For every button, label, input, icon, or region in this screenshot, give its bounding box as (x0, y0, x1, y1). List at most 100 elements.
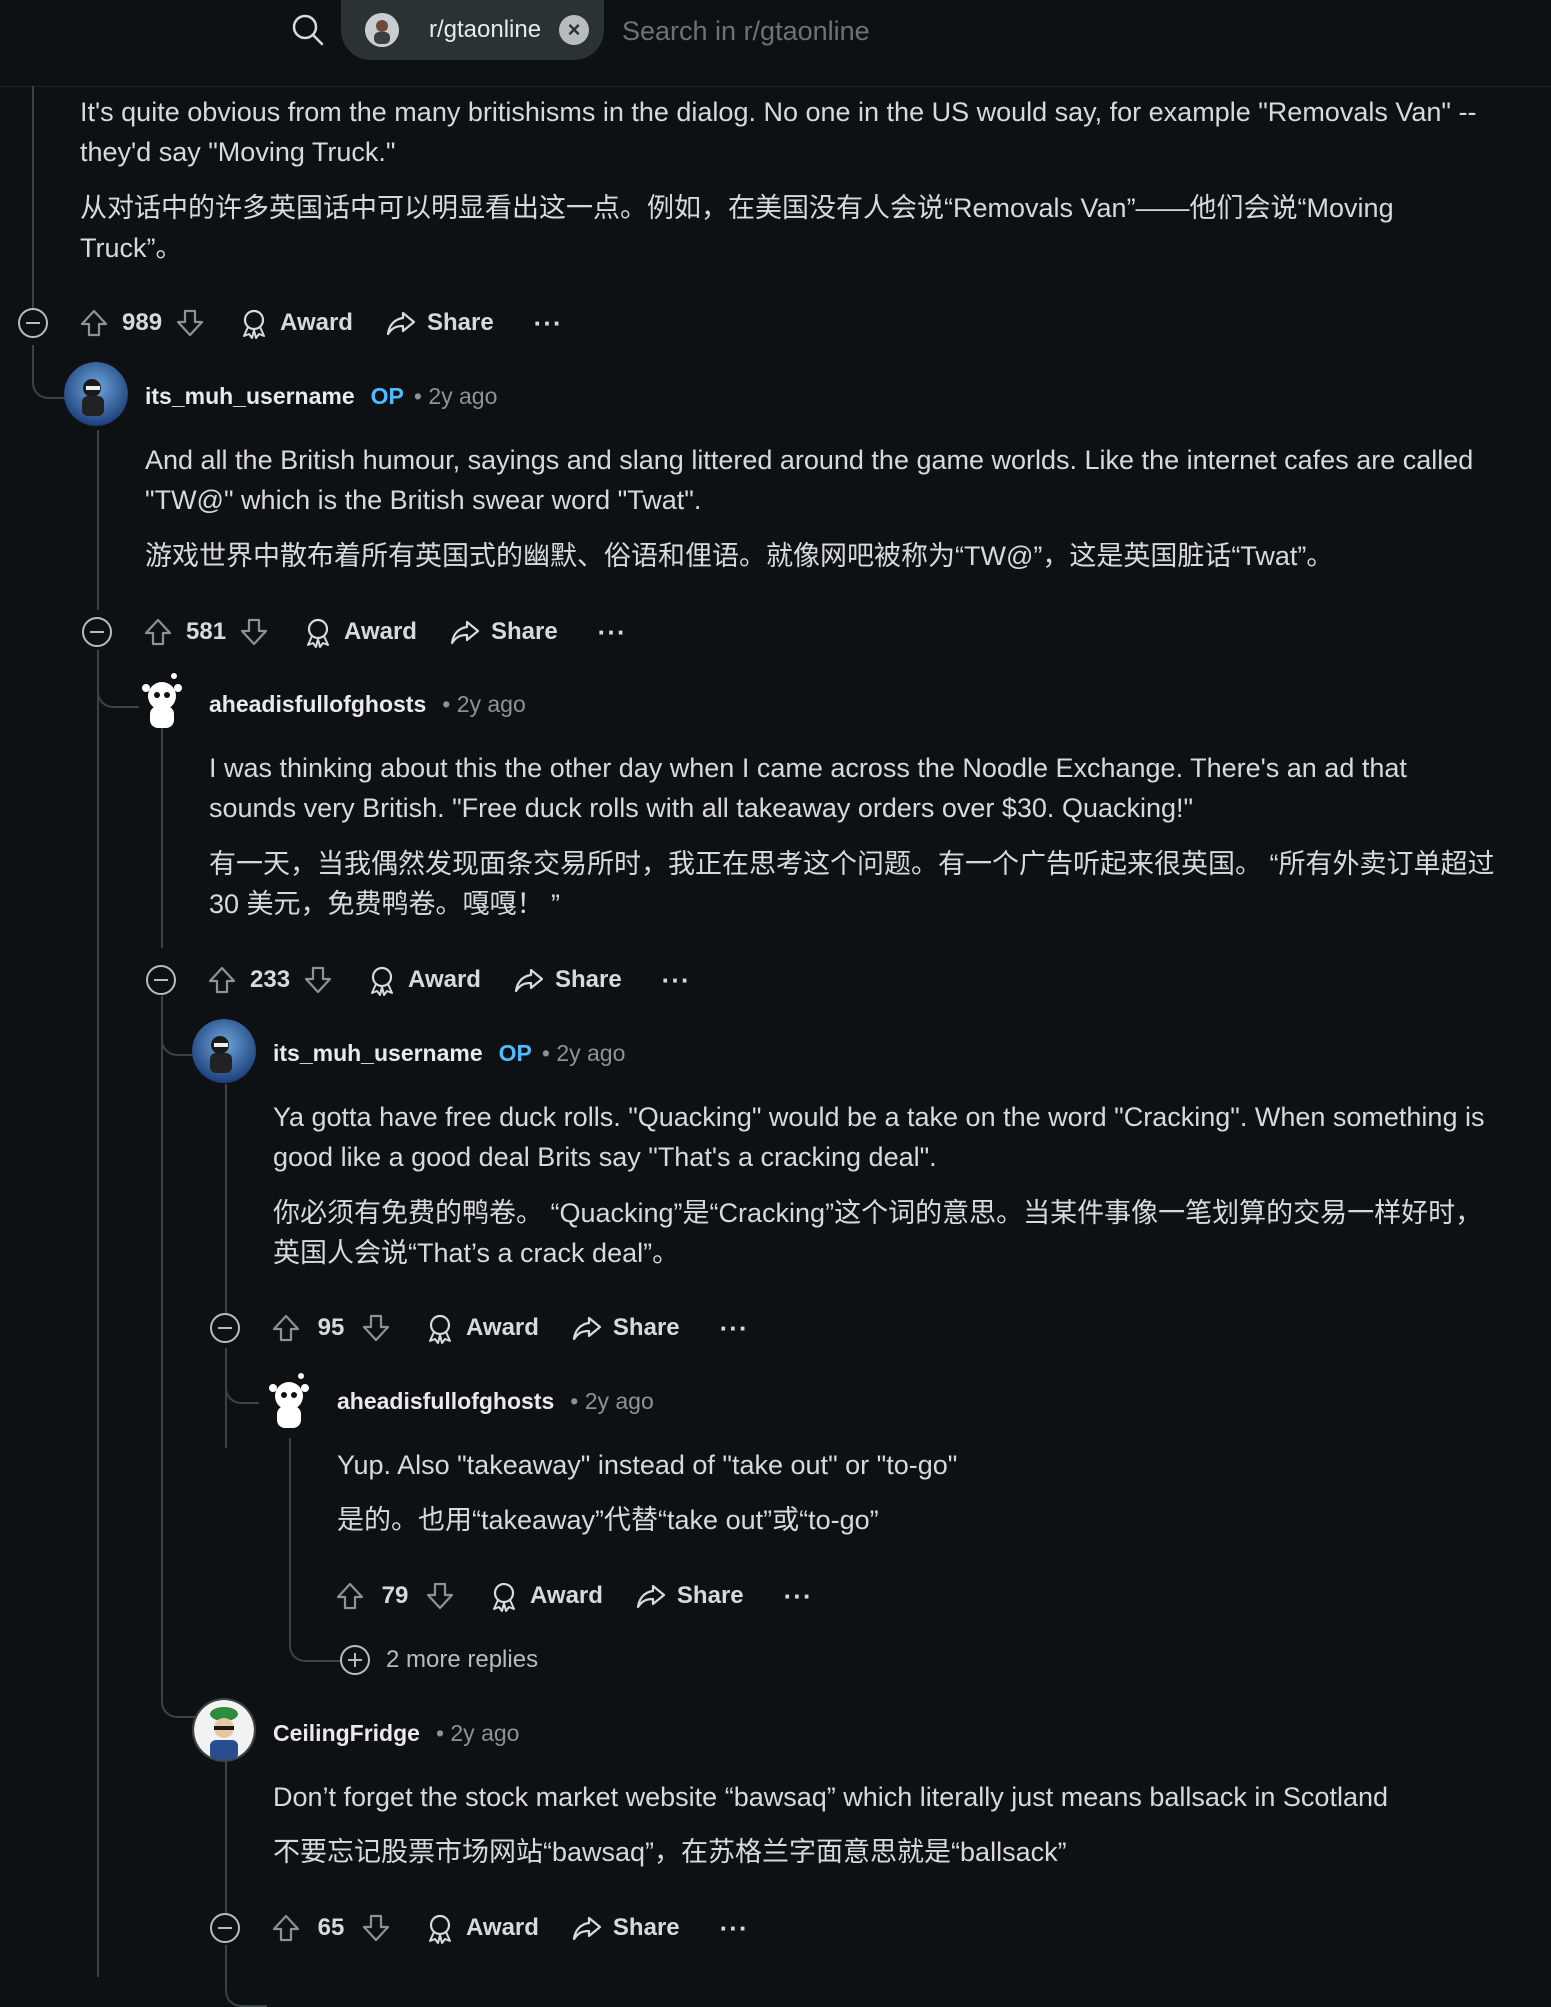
vote-score: 581 (186, 618, 227, 645)
op-badge: OP (498, 1039, 532, 1066)
timestamp: • 2y ago (413, 382, 498, 409)
thread-line (97, 430, 99, 610)
search-input[interactable] (620, 10, 1224, 52)
collapse-thread-button[interactable] (210, 1913, 240, 1943)
comment-body-en: It's quite obvious from the many british… (80, 97, 1477, 167)
share-button[interactable]: Share (571, 1912, 680, 1944)
expand-replies-button[interactable] (340, 1645, 370, 1675)
comment-action-bar: 233 Award Share ··· (206, 958, 691, 1002)
avatar[interactable] (192, 1019, 256, 1083)
downvote-icon[interactable] (174, 307, 206, 339)
downvote-icon[interactable] (238, 616, 270, 648)
more-options-button[interactable]: ··· (784, 1581, 813, 1612)
thread-line (161, 720, 163, 948)
award-label: Award (530, 1582, 603, 1609)
collapse-thread-button[interactable] (146, 965, 176, 995)
collapse-thread-button[interactable] (210, 1313, 240, 1343)
upvote-icon[interactable] (78, 307, 110, 339)
thread-line (225, 1084, 227, 1324)
award-button[interactable]: Award (238, 307, 353, 339)
username[interactable]: CeilingFridge (273, 1720, 420, 1747)
comment-author-row: aheadisfullofghosts • 2y ago (337, 1381, 654, 1421)
more-options-button[interactable]: ··· (662, 965, 691, 996)
vote-score: 95 (317, 1314, 345, 1341)
more-options-button[interactable]: ··· (534, 308, 563, 339)
award-label: Award (466, 1314, 539, 1341)
thread-line (97, 650, 99, 1977)
thread-connector (161, 996, 195, 1056)
comment-body-zh: 从对话中的许多英国话中可以明显看出这一点。例如，在美国没有人会说“Removal… (80, 193, 1394, 263)
share-label: Share (426, 309, 494, 336)
search-icon[interactable] (290, 12, 326, 48)
username[interactable]: its_muh_username (145, 383, 355, 410)
share-label: Share (554, 966, 622, 993)
award-icon (493, 1582, 515, 1612)
upvote-icon[interactable] (270, 1312, 302, 1344)
upvote-icon[interactable] (206, 964, 238, 996)
downvote-icon[interactable] (360, 1912, 392, 1944)
comment-body-en: Ya gotta have free duck rolls. "Quacking… (273, 1102, 1485, 1172)
award-button[interactable]: Award (488, 1580, 603, 1612)
username[interactable]: aheadisfullofghosts (337, 1388, 554, 1415)
share-button[interactable]: Share (571, 1312, 680, 1344)
comment-action-bar: 989 Award Share ··· (78, 301, 563, 345)
more-options-button[interactable]: ··· (720, 1313, 749, 1344)
comment-body-en: I was thinking about this the other day … (209, 753, 1407, 823)
comment-body-zh: 你必须有免费的鸭卷。 “Quacking”是“Cracking”这个词的意思。当… (273, 1198, 1483, 1268)
downvote-icon[interactable] (302, 964, 334, 996)
award-icon (307, 618, 330, 648)
avatar[interactable] (130, 670, 194, 734)
comment-action-bar: 65 Award Share ··· (270, 1906, 749, 1950)
vote-score: 65 (317, 1914, 345, 1941)
award-icon (371, 966, 394, 996)
avatar[interactable] (64, 362, 128, 426)
share-label: Share (612, 1314, 680, 1341)
award-icon (243, 309, 266, 339)
more-options-button[interactable]: ··· (720, 1913, 749, 1944)
vote-score: 233 (250, 966, 291, 993)
award-label: Award (344, 618, 417, 645)
share-label: Share (490, 618, 558, 645)
share-icon (572, 1316, 602, 1341)
more-options-button[interactable]: ··· (598, 617, 627, 648)
avatar[interactable] (192, 1698, 256, 1762)
downvote-icon[interactable] (424, 1580, 456, 1612)
comment-author-row: aheadisfullofghosts • 2y ago (209, 684, 526, 724)
share-button[interactable]: Share (449, 616, 558, 648)
collapse-thread-button[interactable] (18, 308, 48, 338)
timestamp: • 2y ago (435, 1719, 520, 1746)
username[interactable]: its_muh_username (273, 1040, 483, 1067)
share-button[interactable]: Share (385, 307, 494, 339)
comment-body-zh: 是的。也用“takeaway”代替“take out”或“to-go” (337, 1505, 879, 1535)
subreddit-filter-chip[interactable]: r/gtaonline × (341, 0, 604, 60)
share-button[interactable]: Share (513, 964, 622, 996)
username[interactable]: aheadisfullofghosts (209, 691, 426, 718)
award-button[interactable]: Award (302, 616, 417, 648)
op-badge: OP (370, 382, 404, 409)
collapse-thread-button[interactable] (82, 617, 112, 647)
share-icon (636, 1584, 666, 1609)
comment-body-en: And all the British humour, sayings and … (145, 445, 1474, 515)
comment-action-bar: 79 Award Share ··· (334, 1574, 813, 1618)
comment-action-bar: 581 Award Share ··· (142, 610, 627, 654)
comment-body-zh: 不要忘记股票市场网站“bawsaq”，在苏格兰字面意思就是“ballsack” (273, 1837, 1067, 1867)
award-button[interactable]: Award (424, 1912, 539, 1944)
upvote-icon[interactable] (142, 616, 174, 648)
close-icon[interactable]: × (559, 15, 590, 45)
share-button[interactable]: Share (635, 1580, 744, 1612)
thread-connector (32, 345, 66, 399)
thread-line (225, 1750, 227, 1928)
more-replies-link[interactable]: 2 more replies (386, 1640, 538, 1680)
avatar[interactable] (257, 1370, 321, 1434)
subreddit-name: r/gtaonline (429, 16, 542, 43)
award-button[interactable]: Award (424, 1312, 539, 1344)
share-label: Share (676, 1582, 744, 1609)
award-label: Award (408, 966, 481, 993)
upvote-icon[interactable] (270, 1912, 302, 1944)
award-icon (429, 1914, 451, 1944)
award-button[interactable]: Award (366, 964, 481, 996)
downvote-icon[interactable] (360, 1312, 392, 1344)
upvote-icon[interactable] (334, 1580, 366, 1612)
share-icon (572, 1916, 602, 1941)
vote-score: 989 (122, 309, 163, 336)
